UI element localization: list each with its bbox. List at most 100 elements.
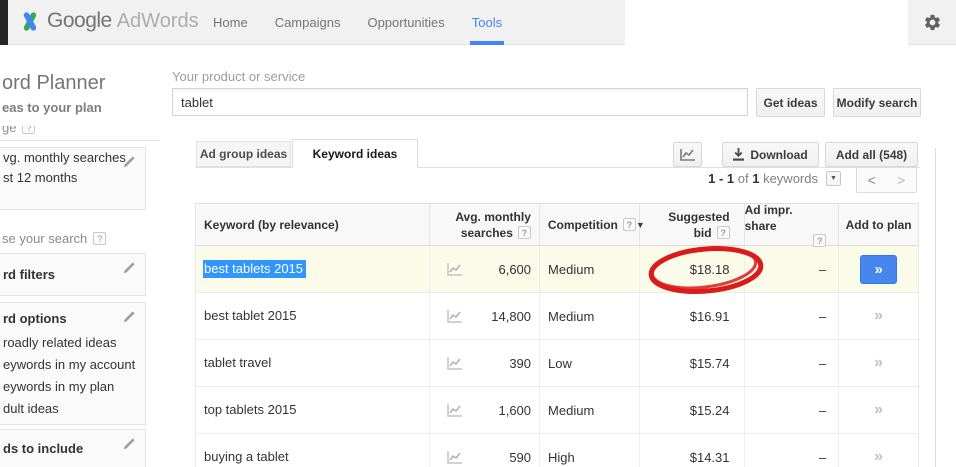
trend-icon[interactable] — [447, 450, 463, 464]
clipped-section-label: ge — [2, 126, 16, 135]
competition-cell: High — [540, 434, 640, 467]
searches-value: 590 — [509, 450, 531, 465]
table-body: best tablets 2015 6,600 Medium $18.18 – … — [195, 246, 919, 467]
keyword-cell-text[interactable]: best tablet 2015 — [203, 307, 300, 325]
keyword-cell-text[interactable]: buying a tablet — [203, 448, 292, 466]
help-icon[interactable]: ? — [518, 226, 531, 239]
competition-value: Medium — [548, 403, 594, 418]
download-icon — [733, 148, 744, 161]
trend-icon[interactable] — [447, 262, 463, 276]
add-to-plan-button[interactable]: » — [860, 255, 897, 284]
edit-pencil-icon[interactable] — [122, 437, 136, 451]
searches-cell: 1,600 — [430, 387, 540, 433]
keyword-cell[interactable]: best tablet 2015 — [196, 293, 430, 339]
top-navigation: Home Campaigns Opportunities Tools — [213, 0, 502, 45]
bid-value: $18.18 — [690, 262, 730, 277]
add-to-plan-button[interactable]: » — [874, 401, 883, 419]
ad-impr-share-cell: – — [745, 340, 840, 386]
suggested-bid-cell: $16.91 — [640, 293, 745, 339]
table-header-row: Keyword (by relevance) Avg. monthly sear… — [195, 203, 919, 246]
tab-ad-group-ideas[interactable]: Ad group ideas — [196, 141, 291, 167]
add-all-button[interactable]: Add all (548) — [825, 142, 918, 167]
ad-impr-share-cell: – — [745, 246, 840, 292]
date-range-line2: st 12 months — [3, 168, 145, 188]
keyword-cell[interactable]: tablet travel — [196, 340, 430, 386]
edit-pencil-icon[interactable] — [122, 261, 136, 275]
searches-cell: 590 — [430, 434, 540, 467]
keyword-cell-text[interactable]: best tablets 2015 — [203, 260, 306, 278]
header-add-to-plan: Add to plan — [839, 204, 918, 245]
add-to-plan-cell: » — [839, 340, 918, 386]
add-to-plan-button[interactable]: » — [874, 448, 883, 466]
help-icon[interactable]: ? — [623, 218, 636, 231]
searches-value: 390 — [509, 356, 531, 371]
nav-item-home[interactable]: Home — [213, 0, 248, 45]
bid-value: $16.91 — [690, 309, 730, 324]
trend-chart-button[interactable] — [673, 142, 702, 167]
trend-icon[interactable] — [447, 309, 463, 323]
ad-impr-value: – — [819, 262, 826, 277]
adwords-keyword-planner-screen: Google AdWords Home Campaigns Opportunit… — [0, 0, 956, 467]
help-icon[interactable]: ? — [22, 126, 35, 134]
help-icon[interactable]: ? — [717, 226, 730, 239]
nav-item-campaigns[interactable]: Campaigns — [275, 0, 341, 45]
keyword-cell[interactable]: best tablets 2015 — [196, 246, 430, 292]
download-label: Download — [750, 148, 807, 162]
competition-cell: Medium — [540, 387, 640, 433]
adwords-logo-icon — [20, 11, 40, 32]
trend-icon[interactable] — [447, 403, 463, 417]
ad-impr-share-cell: – — [745, 387, 840, 433]
sidebar-subtitle: eas to your plan — [2, 100, 102, 115]
gear-icon[interactable] — [923, 13, 942, 32]
competition-cell: Low — [540, 340, 640, 386]
add-to-plan-button[interactable]: » — [874, 307, 883, 325]
download-button[interactable]: Download — [722, 142, 819, 167]
keyword-options-card: rd options roadly related ideas eywords … — [0, 302, 146, 425]
help-icon[interactable]: ? — [93, 232, 106, 245]
add-to-plan-button[interactable]: » — [874, 354, 883, 372]
ad-impr-value: – — [819, 356, 826, 371]
nav-item-opportunities[interactable]: Opportunities — [367, 0, 444, 45]
add-to-plan-cell: » — [839, 387, 918, 433]
suggested-bid-cell: $15.24 — [640, 387, 745, 433]
searches-value: 14,800 — [491, 309, 531, 324]
trend-icon[interactable] — [447, 356, 463, 370]
previous-page-button[interactable]: < — [857, 168, 887, 192]
page-size-dropdown[interactable]: ▼ — [826, 171, 841, 186]
competition-value: Medium — [548, 309, 594, 324]
get-ideas-button[interactable]: Get ideas — [756, 88, 825, 117]
pagination-controls: < > — [856, 167, 917, 193]
searches-value: 1,600 — [498, 403, 531, 418]
suggested-bid-cell: $15.74 — [640, 340, 745, 386]
option-keywords-in-plan: eywords in my plan — [3, 376, 145, 398]
bid-value: $15.74 — [690, 356, 730, 371]
header-suggested-bid[interactable]: Suggested bid? — [640, 204, 745, 245]
product-service-input[interactable] — [172, 88, 748, 116]
keyword-cell[interactable]: top tablets 2015 — [196, 387, 430, 433]
keyword-cell-text[interactable]: tablet travel — [203, 354, 274, 372]
table-row: tablet travel 390 Low $15.74 – » — [196, 340, 918, 387]
header-keyword[interactable]: Keyword (by relevance) — [196, 204, 430, 245]
option-keywords-in-account: eywords in my account — [3, 354, 145, 376]
sidebar-clipped-section: ge ? — [2, 126, 35, 139]
suggested-bid-cell: $14.31 — [640, 434, 745, 467]
tab-keyword-ideas[interactable]: Keyword ideas — [292, 139, 418, 168]
sidebar-divider — [0, 140, 160, 141]
edit-pencil-icon[interactable] — [122, 155, 136, 169]
keyword-cell[interactable]: buying a tablet — [196, 434, 430, 467]
adwords-logo[interactable]: Google AdWords — [20, 9, 199, 33]
competition-cell: Medium — [540, 293, 640, 339]
keyword-cell-text[interactable]: top tablets 2015 — [203, 401, 300, 419]
product-service-label: Your product or service — [172, 69, 305, 84]
searches-cell: 6,600 — [430, 246, 540, 292]
next-page-button[interactable]: > — [887, 168, 917, 192]
edit-pencil-icon[interactable] — [122, 310, 136, 324]
modify-search-button[interactable]: Modify search — [833, 88, 921, 117]
header-avg-monthly-searches[interactable]: Avg. monthly searches? — [430, 204, 540, 245]
add-to-plan-cell: » — [839, 293, 918, 339]
content-right-rule — [935, 148, 936, 467]
header-competition[interactable]: Competition? ▼ — [540, 204, 640, 245]
table-row: best tablet 2015 14,800 Medium $16.91 – … — [196, 293, 918, 340]
nav-item-tools[interactable]: Tools — [472, 0, 502, 45]
header-ad-impr-share[interactable]: Ad impr. share ? — [745, 204, 840, 245]
